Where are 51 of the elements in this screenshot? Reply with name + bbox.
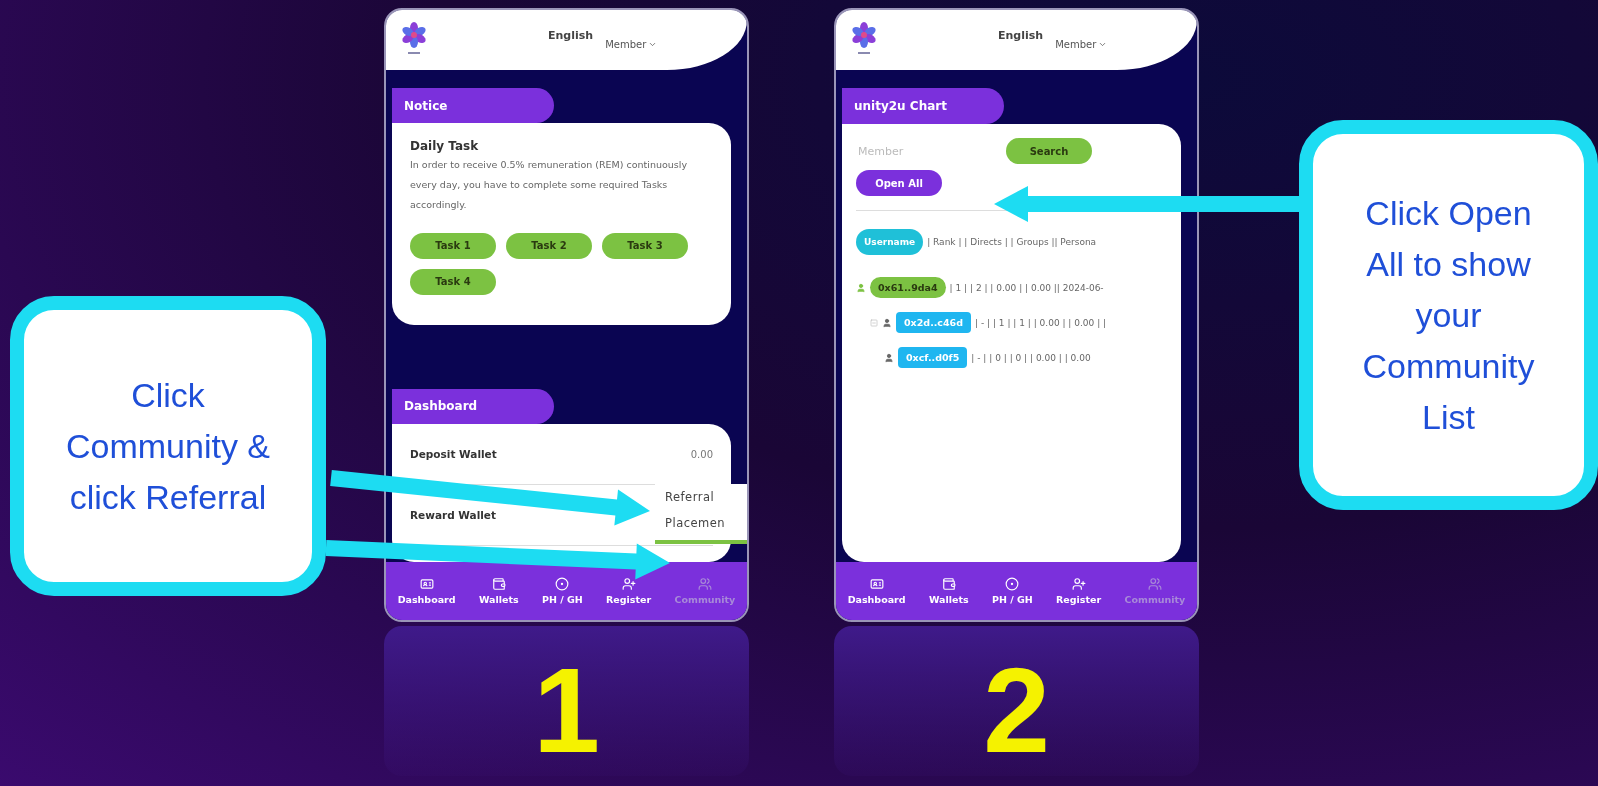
member-id-tag[interactable]: 0x61..9da4 [870,277,946,298]
user-icon [856,282,866,293]
member-stats: | 1 | | 2 | | 0.00 | | 0.00 || 2024-06- [949,282,1104,293]
member-stats: | - | | 1 | | 1 | | 0.00 | | 0.00 | | [975,317,1107,328]
member-menu[interactable]: Member [1055,38,1108,50]
id-card-icon [869,577,884,591]
nav-tab[interactable]: Dashboard [397,577,456,605]
nav-tab[interactable]: Register [1056,577,1102,605]
user-plus-icon [1071,577,1086,591]
task-button[interactable]: Task 4 [410,268,496,295]
task-button[interactable]: Task 1 [410,232,496,259]
collapse-icon[interactable] [870,318,878,327]
logo-icon [400,21,428,55]
instruction-callout: Click Community & click Referral [10,296,326,596]
wallet-icon [491,577,506,591]
nav-tab[interactable]: Register [606,577,652,605]
member-stats: | - | | 0 | | 0 | | 0.00 | | 0.00 [971,352,1091,363]
wallet-label: Deposit Wallet [410,448,497,460]
menu-item[interactable]: Placemen [665,516,747,530]
open-all-button[interactable]: Open All [856,170,942,196]
task-button[interactable]: Task 2 [506,232,592,259]
user-icon [884,352,894,363]
nav-tab[interactable]: PH / GH [991,577,1033,605]
member-input[interactable]: Member [856,143,980,159]
wallet-value: 0.00 [690,448,713,460]
language-selector[interactable]: English [998,28,1044,42]
wallet-icon [941,577,956,591]
id-card-icon [419,577,434,591]
step-number: 1 [533,650,600,770]
logo-icon [850,21,878,55]
instruction-callout: Click Open All to show your Community List [1299,120,1598,510]
search-button[interactable]: Search [1006,138,1092,164]
nav-tab[interactable]: PH / GH [541,577,583,605]
user-plus-icon [621,577,636,591]
users-icon [697,577,712,591]
column-headers: | Rank | | Directs | | Groups || Persona [927,237,1097,247]
nav-tab[interactable]: Wallets [928,577,969,605]
users-icon [1147,577,1162,591]
wallet-label: Reward Wallet [410,509,496,521]
circle-dot-icon [555,577,570,591]
nav-tab[interactable]: Dashboard [847,577,906,605]
step-number: 2 [983,650,1050,770]
notice-text: In order to receive 0.5% remuneration (REM) continuously every day, you have to complete some required Tasks accordingly. [410,158,688,212]
member-menu[interactable]: Member [605,38,658,50]
language-selector[interactable]: English [548,28,594,42]
card-title: Daily Task [410,139,480,154]
user-icon [882,317,892,328]
circle-dot-icon [1005,577,1020,591]
menu-item[interactable]: Referral [665,490,747,504]
task-button[interactable]: Task 3 [602,232,688,259]
nav-tab[interactable]: Wallets [478,577,519,605]
